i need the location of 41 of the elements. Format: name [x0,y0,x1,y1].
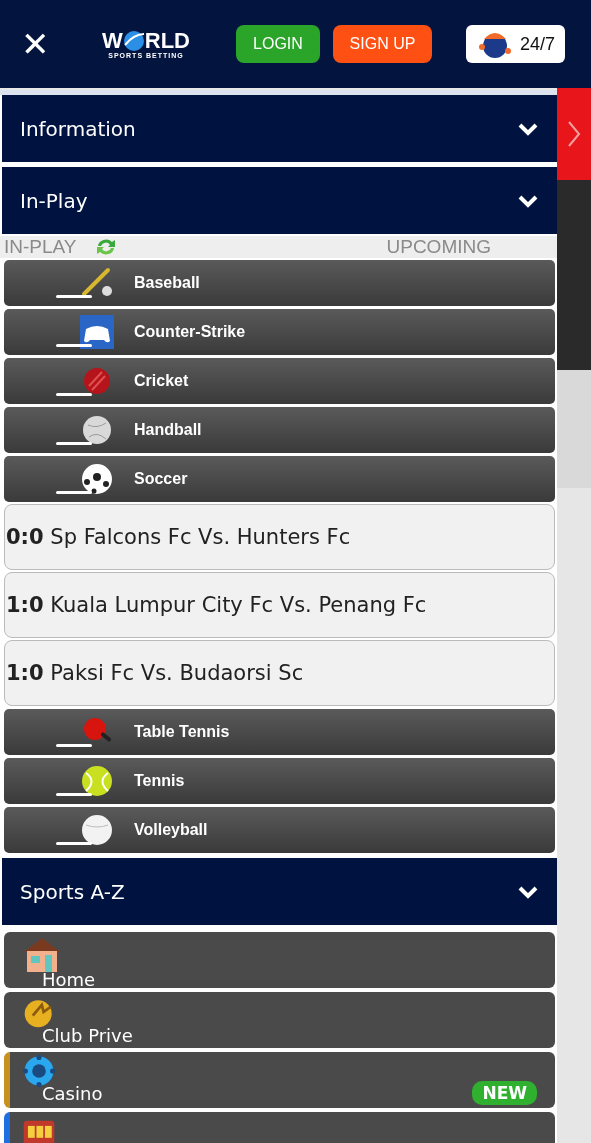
menu-item[interactable]: Home [4,932,555,988]
match-item[interactable]: 1:0 Kuala Lumpur City Fc Vs. Penang Fc [4,572,555,638]
chevron-icon [517,193,539,208]
sport-item[interactable]: Cricket [4,358,555,404]
dash-mark [56,793,92,796]
sport-icon [80,813,114,847]
sport-item[interactable]: Table Tennis [4,709,555,755]
section-header[interactable]: In-Play [2,167,557,234]
dash-mark [56,393,92,396]
match-item[interactable]: 0:0 Sp Falcons Fc Vs. Hunters Fc [4,504,555,570]
support-button[interactable]: 24/7 [466,25,565,63]
menu-item[interactable]: Casino NEW [4,1052,555,1108]
sport-item[interactable]: Counter-Strike [4,309,555,355]
sport-item[interactable]: Soccer [4,456,555,502]
dash-mark [56,442,92,445]
dash-mark [56,295,92,298]
globe-icon [122,29,145,52]
new-badge: NEW [472,1081,537,1105]
dash-mark [56,744,92,747]
sport-item[interactable]: Baseball [4,260,555,306]
refresh-icon[interactable] [94,237,117,257]
dash-mark [56,491,92,494]
sport-item[interactable]: Tennis [4,758,555,804]
menu-item[interactable]: Club Prive [4,992,555,1048]
close-button[interactable]: ✕ [18,27,52,61]
logo-text: W [102,29,123,52]
logo-text: RLD [144,29,190,52]
match-item[interactable]: 1:0 Paksi Fc Vs. Budaorsi Sc [4,640,555,706]
menu-icon [22,1054,56,1088]
sport-icon [80,462,114,496]
section-header[interactable]: Information [2,95,557,162]
section-header[interactable]: Sports A-Z [2,858,557,925]
sport-item[interactable]: Volleyball [4,807,555,853]
chevron-icon [517,121,539,136]
sport-item[interactable]: Handball [4,407,555,453]
sport-icon [80,315,114,349]
dash-mark [56,344,92,347]
chevron-icon [517,884,539,899]
sport-icon [80,764,114,798]
sport-icon [80,413,114,447]
dash-mark [56,842,92,845]
